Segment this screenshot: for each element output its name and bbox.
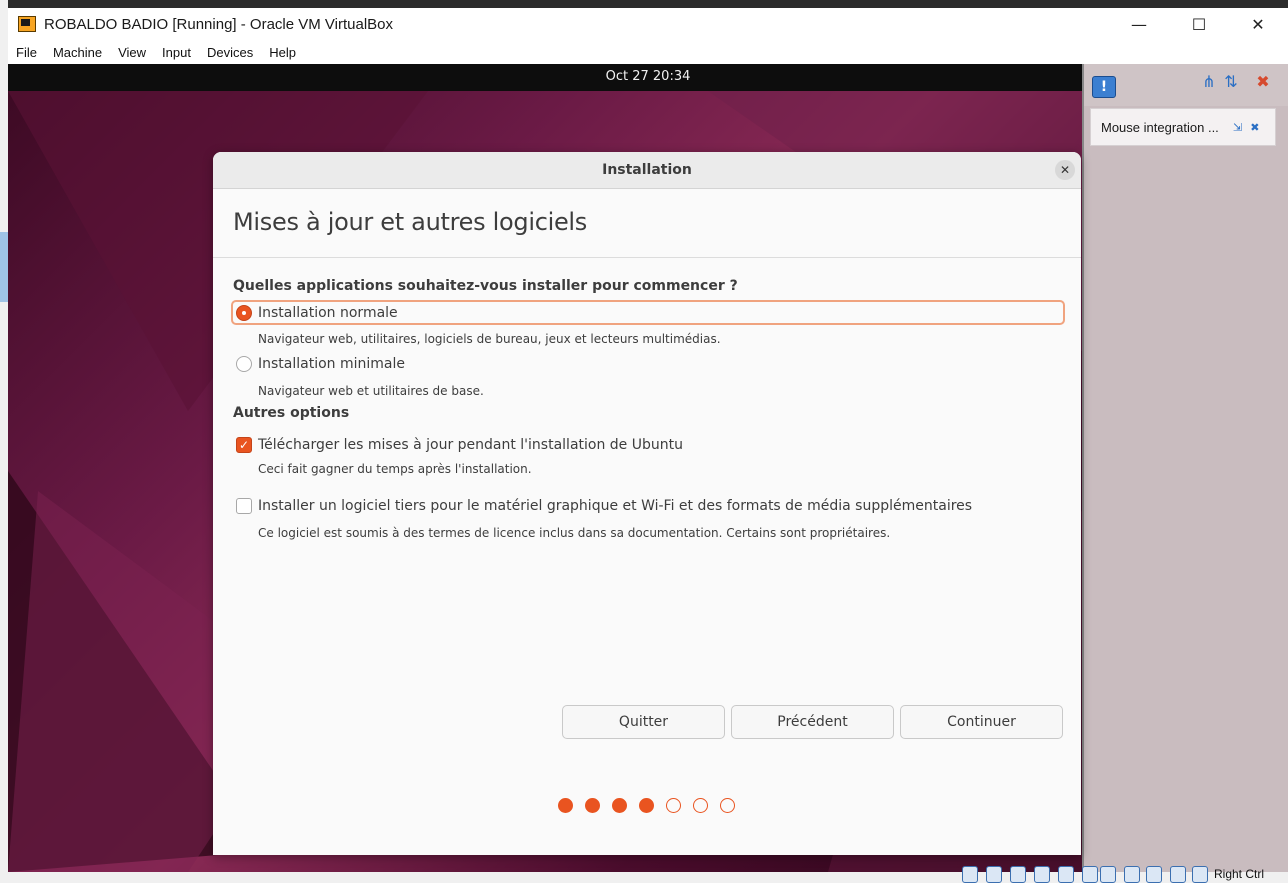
option-description: Navigateur web et utilitaires de base. [258,384,484,398]
display-icon[interactable] [1100,866,1116,883]
menu-input[interactable]: Input [154,41,199,65]
pin-notification-icon[interactable]: ⇲ [1233,121,1242,134]
radio-minimal-install[interactable]: Installation minimale [236,352,405,376]
continue-button[interactable]: Continuer [900,705,1063,739]
page-title: Mises à jour et autres logiciels [233,208,587,236]
cpu-icon[interactable] [1146,866,1162,883]
menu-help[interactable]: Help [261,41,304,65]
progress-dot-completed [585,798,600,813]
virtualbox-window: ROBALDO BADIO [Running] - Oracle VM Virt… [8,8,1288,883]
notification-panel-toolbar: ! ⋔ ⇅ ✖ [1084,64,1288,106]
host-key-label: Right Ctrl [1214,867,1265,881]
close-window-button[interactable]: ✕ [1229,8,1287,40]
checkbox-label[interactable]: Installer un logiciel tiers pour le maté… [258,498,972,514]
hard-disk-icon[interactable] [962,866,978,883]
menu-devices[interactable]: Devices [199,41,261,65]
audio-icon[interactable] [1010,866,1026,883]
checkbox-unchecked[interactable] [236,498,252,514]
progress-dot-completed [558,798,573,813]
dialog-title: Installation [602,162,692,178]
network-tree-icon: ⋔ [1202,72,1216,91]
radio-label[interactable]: Installation minimale [258,356,405,372]
progress-dot-pending [666,798,681,813]
keyboard-capture-icon[interactable] [1192,866,1208,883]
progress-dot-completed [612,798,627,813]
option-description: Ce logiciel est soumis à des termes de l… [258,526,891,540]
close-icon[interactable]: ✕ [1055,160,1075,180]
sort-notifications-icon[interactable]: ⇅ [1220,72,1242,98]
progress-dot-pending [720,798,735,813]
notification-text: Mouse integration ... [1101,119,1219,135]
option-description: Navigateur web, utilitaires, logiciels d… [258,332,721,346]
checkbox-checked[interactable]: ✓ [236,437,252,453]
progress-dot-completed [639,798,654,813]
mouse-integration-icon[interactable] [1170,866,1186,883]
progress-dot-pending [693,798,708,813]
host-background-strip [0,0,8,883]
notification-alert-icon[interactable]: ! [1092,76,1116,98]
previous-button[interactable]: Précédent [731,705,894,739]
close-notification-icon[interactable]: ✖ [1250,121,1259,134]
checkbox-label[interactable]: Télécharger les mises à jour pendant l'i… [258,437,683,453]
menu-machine[interactable]: Machine [45,41,110,65]
virtualbox-app-icon [16,13,38,35]
optical-drive-icon[interactable] [986,866,1002,883]
dismiss-all-icon[interactable]: ✖ [1252,72,1274,98]
notification-panel: ! ⋔ ⇅ ✖ Mouse integration ... ⇲ ✖ [1082,64,1288,872]
checkbox-third-party-software[interactable]: Installer un logiciel tiers pour le maté… [236,494,972,518]
minimize-button[interactable]: — [1110,8,1168,40]
step-progress-indicator [558,798,747,813]
radio-button-selected[interactable] [236,305,252,321]
checkbox-download-updates[interactable]: ✓ Télécharger les mises à jour pendant l… [236,433,683,457]
title-bar: ROBALDO BADIO [Running] - Oracle VM Virt… [8,8,1288,40]
shared-folders-icon[interactable] [1082,866,1098,883]
menu-bar: File Machine View Input Devices Help [8,41,1288,65]
other-options-label: Autres options [233,405,350,421]
usb-icon[interactable] [1058,866,1074,883]
network-icon[interactable] [1034,866,1050,883]
menu-view[interactable]: View [110,41,154,65]
option-description: Ceci fait gagner du temps après l'instal… [258,462,532,476]
install-type-question: Quelles applications souhaitez-vous inst… [233,278,738,294]
menu-file[interactable]: File [8,41,45,65]
quit-button[interactable]: Quitter [562,705,725,739]
radio-label[interactable]: Installation normale [258,305,398,321]
installer-dialog: Installation ✕ Mises à jour et autres lo… [213,152,1081,855]
guest-screen[interactable]: Oct 27 20:34 ! ⋔ ⇅ ✖ Mouse integration .… [8,64,1288,872]
divider [213,257,1081,258]
radio-normal-install[interactable]: Installation normale [236,301,398,325]
radio-button[interactable] [236,356,252,372]
dialog-header: Installation ✕ [213,152,1081,189]
video-capture-icon[interactable] [1124,866,1140,883]
window-title: ROBALDO BADIO [Running] - Oracle VM Virt… [44,15,394,33]
maximize-button[interactable]: ☐ [1170,8,1228,40]
mouse-integration-notification[interactable]: Mouse integration ... ⇲ ✖ [1090,108,1276,146]
